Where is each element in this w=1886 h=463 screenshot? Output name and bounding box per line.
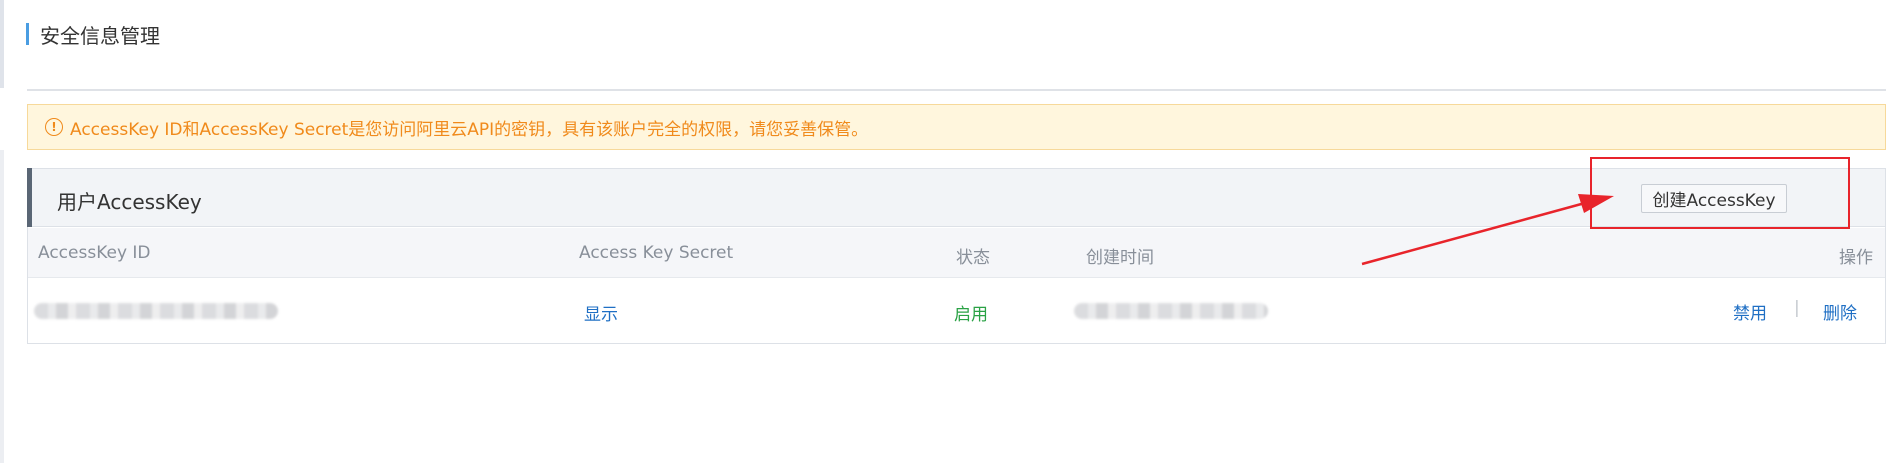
annotation-arrow-icon: [1361, 194, 1614, 266]
